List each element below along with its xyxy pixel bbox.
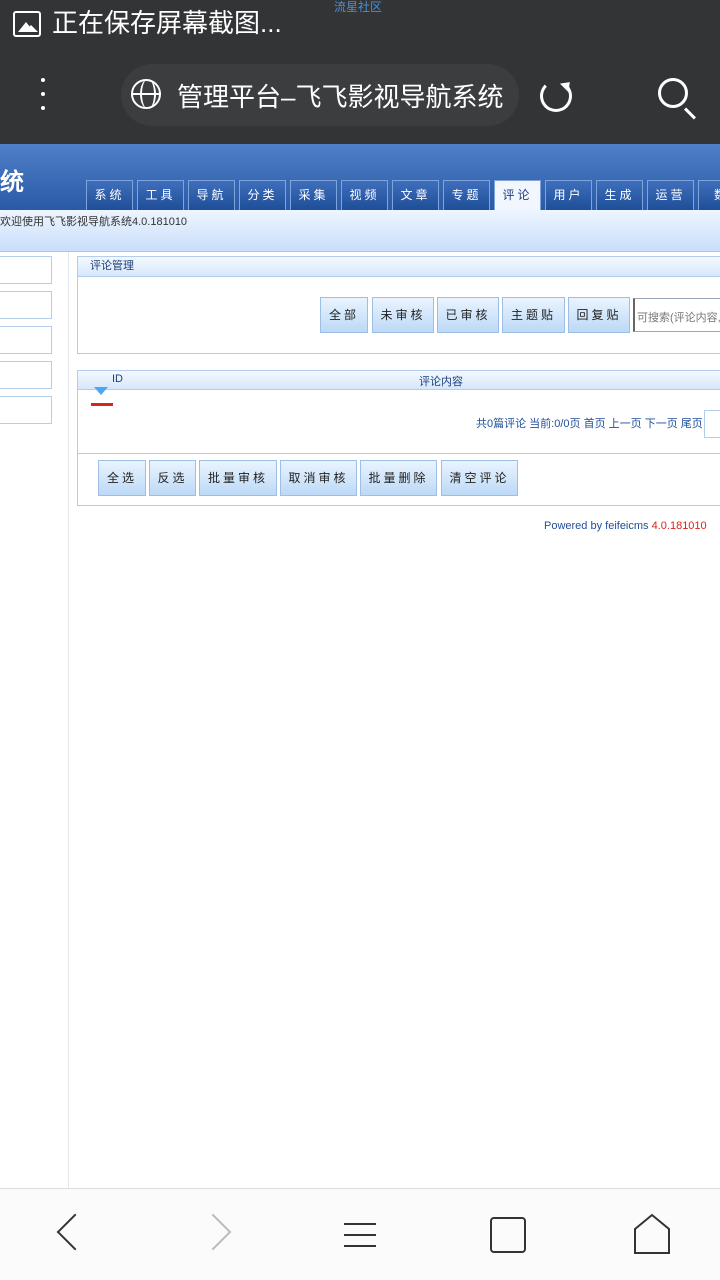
version-label: 4.0.181010 [651,520,707,532]
clear-comments-button[interactable]: 清空评论 [441,460,518,496]
tab-navigation[interactable]: 导航 [188,180,235,210]
more-menu-icon[interactable] [36,78,50,118]
browser-toolbar: 管理平台–飞飞影视导航系统 [0,48,720,144]
page-jump-input[interactable] [704,410,720,438]
tab-collect[interactable]: 采集 [290,180,337,210]
address-bar[interactable]: 管理平台–飞飞影视导航系统 [121,64,519,126]
sidebar-item[interactable] [0,361,52,389]
tab-system[interactable]: 系统 [86,180,133,210]
status-text: 正在保存屏幕截图... [52,8,282,38]
marker-line [91,403,113,406]
admin-header: 统 系统工具导航分类采集视频文章专题评论用户生成运营数 [0,144,720,210]
image-icon [13,11,41,37]
back-icon[interactable] [48,1209,100,1261]
sidebar-item[interactable] [0,396,52,424]
powered-by: Powered by feifeicms 4.0.181010 [544,520,707,532]
nav-tabs: 系统工具导航分类采集视频文章专题评论用户生成运营数 [86,180,720,210]
tab-video[interactable]: 视频 [341,180,388,210]
panel-title: 评论管理 [78,257,720,277]
select-all-button[interactable]: 全选 [98,460,146,496]
tab-tools[interactable]: 工具 [137,180,184,210]
list-header: ID 评论内容 [77,370,720,390]
tab-users[interactable]: 用户 [545,180,592,210]
batch-delete-button[interactable]: 批量删除 [360,460,437,496]
menu-icon[interactable] [334,1209,386,1261]
divider [78,453,720,454]
tabs-icon[interactable] [481,1209,533,1261]
powered-label[interactable]: Powered by feifeicms [544,520,649,532]
search-input[interactable]: 可搜索(评论内容,用 [633,298,720,332]
sort-down-icon[interactable] [94,385,108,397]
watermark: 流星社区 [334,0,383,14]
tab-special[interactable]: 专题 [443,180,490,210]
filter-unreviewed-button[interactable]: 未审核 [372,297,434,333]
pagination[interactable]: 共0篇评论 当前:0/0页 首页 上一页 下一页 尾页 [476,415,703,431]
filter-reviewed-button[interactable]: 已审核 [437,297,499,333]
filter-all-button[interactable]: 全部 [320,297,368,333]
filter-topic-button[interactable]: 主题贴 [502,297,565,333]
page-title: 管理平台–飞飞影视导航系统 [177,82,504,112]
reload-icon[interactable] [540,80,572,112]
brand-title: 统 [0,169,24,196]
tab-category[interactable]: 分类 [239,180,286,210]
column-id[interactable]: ID [112,373,123,385]
invert-selection-button[interactable]: 反选 [149,460,196,496]
welcome-text: 欢迎使用飞飞影视导航系统4.0.181010 [0,216,188,228]
column-content: 评论内容 [419,376,463,388]
tab-article[interactable]: 文章 [392,180,439,210]
tab-comments[interactable]: 评论 [494,180,541,210]
browser-bottom-nav [0,1188,720,1280]
forward-icon[interactable] [196,1209,248,1261]
sidebar-item[interactable] [0,326,52,354]
search-icon[interactable] [658,78,688,108]
cancel-approve-button[interactable]: 取消审核 [280,460,357,496]
status-bar: 正在保存屏幕截图... 流星社区 [0,0,720,48]
tab-operations[interactable]: 运营 [647,180,694,210]
filter-reply-button[interactable]: 回复贴 [568,297,630,333]
tab-generate[interactable]: 生成 [596,180,643,210]
tab-data[interactable]: 数 [698,180,720,210]
sidebar-item[interactable] [0,256,52,284]
sidebar-item[interactable] [0,291,52,319]
globe-icon [131,79,161,109]
batch-approve-button[interactable]: 批量审核 [199,460,277,496]
sidebar-divider [68,252,69,1188]
welcome-bar: 欢迎使用飞飞影视导航系统4.0.181010 [0,210,720,252]
home-icon[interactable] [626,1209,678,1261]
